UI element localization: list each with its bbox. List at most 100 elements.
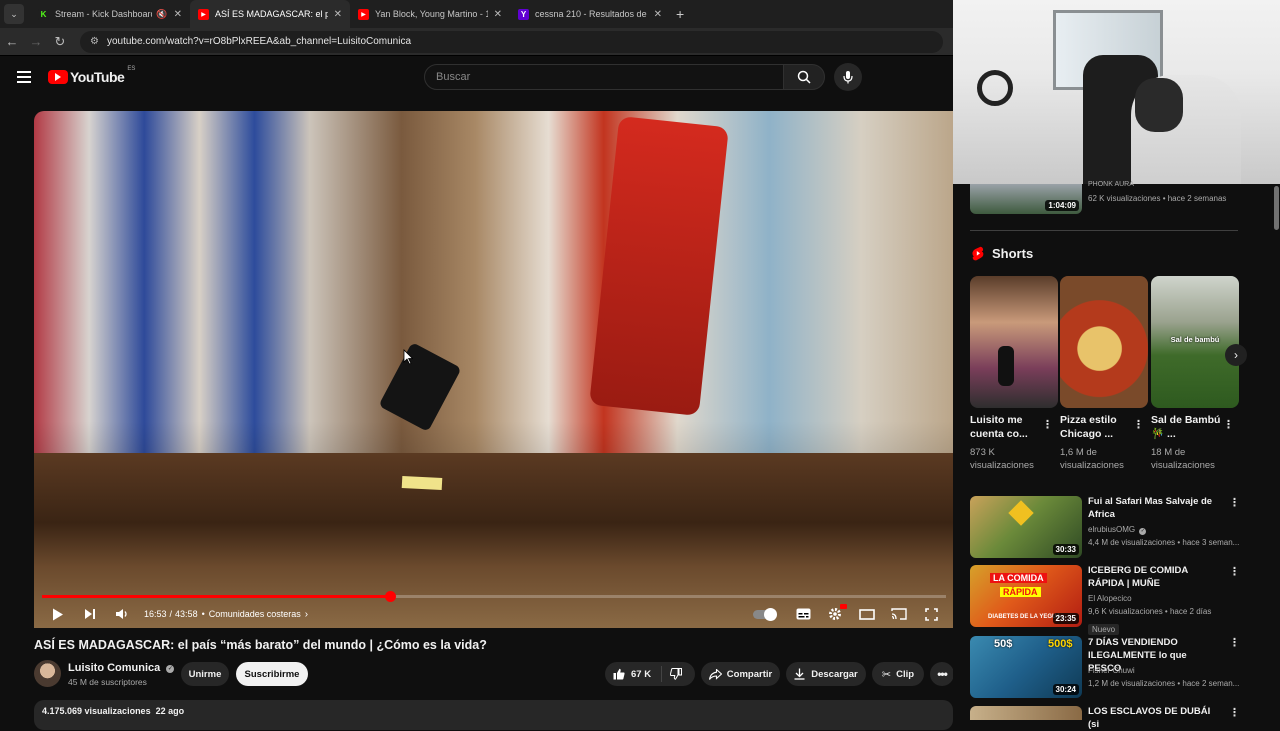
like-count: 67 K xyxy=(631,668,652,680)
youtube-icon: ▶ xyxy=(198,8,209,20)
video-menu-icon[interactable]: ⋮ xyxy=(1229,565,1240,578)
tab-title: Yan Block, Young Martino - 18 xyxy=(375,9,488,19)
description-box[interactable]: 4.175.069 visualizaciones 22 ago xyxy=(34,700,953,730)
recommended-thumbnail[interactable]: 1:04:09 xyxy=(970,184,1082,214)
recommended-channel[interactable]: elrubiusOMG ✓ xyxy=(1088,523,1147,536)
menu-icon[interactable] xyxy=(17,71,31,83)
site-info-icon[interactable]: ⚙ xyxy=(90,36,99,47)
video-title: ASÍ ES MADAGASCAR: el país “más barato” … xyxy=(34,638,487,652)
browser-tab-active[interactable]: ▶ ASÍ ES MADAGASCAR: el país "más ✕ xyxy=(190,0,350,28)
play-button[interactable] xyxy=(46,608,70,621)
channel-name[interactable]: Luisito Comunica ✓ xyxy=(68,662,175,674)
recommended-thumbnail[interactable]: 50$ 500$ 30:24 xyxy=(970,636,1082,698)
thumb-sign-graphic xyxy=(1008,500,1034,526)
shorts-icon xyxy=(972,246,984,261)
chapter-separator: • xyxy=(201,609,205,619)
webcam-steering-wheel xyxy=(977,70,1013,106)
voice-search-button[interactable] xyxy=(834,63,862,91)
sidebar-scrollbar[interactable] xyxy=(1274,186,1279,230)
cast-icon xyxy=(891,608,907,620)
clip-label: Clip xyxy=(896,668,915,680)
close-tab-icon[interactable]: ✕ xyxy=(334,9,342,20)
url-field[interactable]: ⚙ youtube.com/watch?v=rO8bPlxREEA&ab_cha… xyxy=(80,30,943,53)
more-actions-button[interactable]: ••• xyxy=(930,662,954,686)
next-button[interactable] xyxy=(78,608,102,620)
youtube-logo[interactable]: YouTube ES xyxy=(48,66,136,85)
channel-avatar[interactable] xyxy=(34,660,61,687)
recommended-thumbnail[interactable] xyxy=(970,706,1082,720)
search-icon xyxy=(797,70,811,84)
duration-badge: 30:33 xyxy=(1052,544,1079,555)
settings-button[interactable] xyxy=(819,604,851,621)
webcam-streamer-head xyxy=(1135,78,1183,132)
hd-badge-icon xyxy=(840,604,847,609)
back-icon[interactable]: ← xyxy=(0,34,24,49)
channel-name-text: Luisito Comunica xyxy=(68,662,161,674)
streamer-webcam-overlay xyxy=(953,0,1280,184)
video-menu-icon[interactable]: ⋮ xyxy=(1229,636,1240,649)
short-title[interactable]: Sal de Bambú 🎋 ... xyxy=(1151,413,1221,441)
chapter-title[interactable]: Comunidades costeras xyxy=(209,609,301,619)
video-menu-icon[interactable]: ⋮ xyxy=(1229,496,1240,509)
join-button[interactable]: Unirme xyxy=(181,662,229,686)
volume-button[interactable] xyxy=(110,608,134,620)
time-total: 43:58 xyxy=(175,609,198,619)
subtitles-button[interactable] xyxy=(787,608,819,620)
recommended-title[interactable]: Fui al Safari Mas Salvaje de Africa xyxy=(1088,495,1218,521)
sidebar-divider xyxy=(970,230,1238,231)
video-player[interactable] xyxy=(34,111,953,628)
recommended-partial-title[interactable]: PHONK AURA xyxy=(1088,181,1134,188)
thumbs-down-icon xyxy=(670,668,683,680)
duration-badge: 23:35 xyxy=(1052,613,1079,624)
shorts-header: Shorts xyxy=(972,246,1033,261)
volume-icon xyxy=(116,609,127,619)
cast-button[interactable] xyxy=(883,608,915,620)
search-button[interactable] xyxy=(783,64,825,90)
video-menu-icon[interactable]: ⋮ xyxy=(1229,706,1240,719)
like-dislike-group: 67 K xyxy=(605,662,695,686)
reload-icon[interactable]: ↻ xyxy=(48,34,72,50)
recommended-channel[interactable]: El Alopecico xyxy=(1088,592,1132,605)
short-menu-icon[interactable]: ⋮ xyxy=(1042,418,1053,431)
subtitles-icon xyxy=(796,608,810,620)
theater-mode-button[interactable] xyxy=(851,608,883,620)
recommended-thumbnail[interactable]: LA COMIDA RÁPIDA DIABETES DE LA YEGUA 23… xyxy=(970,565,1082,627)
short-title[interactable]: Luisito me cuenta co... xyxy=(970,413,1040,441)
close-tab-icon[interactable]: ✕ xyxy=(494,9,502,20)
like-button[interactable]: 67 K xyxy=(605,666,663,682)
dislike-button[interactable] xyxy=(662,668,683,680)
recommended-title[interactable]: ICEBERG DE COMIDA RÁPIDA | MUÑE xyxy=(1088,564,1218,590)
download-button[interactable]: Descargar xyxy=(786,662,866,686)
close-tab-icon[interactable]: ✕ xyxy=(174,9,182,20)
recommended-thumbnail[interactable]: 30:33 xyxy=(970,496,1082,558)
short-menu-icon[interactable]: ⋮ xyxy=(1133,418,1144,431)
search-input[interactable]: Buscar xyxy=(424,64,784,90)
share-button[interactable]: Compartir xyxy=(701,662,780,686)
autoplay-toggle[interactable] xyxy=(753,607,777,621)
mute-icon[interactable]: 🔇 xyxy=(156,9,167,20)
short-menu-icon[interactable]: ⋮ xyxy=(1223,418,1234,431)
close-tab-icon[interactable]: ✕ xyxy=(654,9,662,20)
short-thumbnail[interactable] xyxy=(970,276,1058,408)
forward-icon[interactable]: → xyxy=(24,34,48,49)
recommended-title[interactable]: LOS ESCLAVOS DE DUBÁI (si xyxy=(1088,705,1218,731)
browser-tab[interactable]: ▶ Yan Block, Young Martino - 18 ✕ xyxy=(350,0,510,28)
youtube-play-icon xyxy=(48,70,68,84)
new-tab-icon[interactable]: + xyxy=(676,6,684,22)
logo-region: ES xyxy=(127,66,136,72)
progress-bar[interactable] xyxy=(42,591,946,602)
shorts-next-button[interactable]: › xyxy=(1225,344,1247,366)
short-thumbnail[interactable]: Sal de bambú xyxy=(1151,276,1239,408)
recommended-channel[interactable]: Fisher Chuwi xyxy=(1088,664,1135,677)
fullscreen-button[interactable] xyxy=(915,607,947,621)
short-mic-graphic xyxy=(998,346,1014,386)
short-title[interactable]: Pizza estilo Chicago ... xyxy=(1060,413,1130,441)
tab-search-icon[interactable]: ⌄ xyxy=(4,4,24,24)
browser-tab[interactable]: Y cessna 210 - Resultados de Yah ✕ xyxy=(510,0,670,28)
tab-title: ASÍ ES MADAGASCAR: el país "más xyxy=(215,9,328,19)
browser-tab[interactable]: K Stream - Kick Dashboard 🔇 ✕ xyxy=(30,0,190,28)
short-thumbnail[interactable] xyxy=(1060,276,1148,408)
views-and-date: 4.175.069 visualizaciones 22 ago xyxy=(42,706,185,716)
clip-button[interactable]: ✂ Clip xyxy=(872,662,924,686)
subscribe-button[interactable]: Suscribirme xyxy=(236,662,308,686)
